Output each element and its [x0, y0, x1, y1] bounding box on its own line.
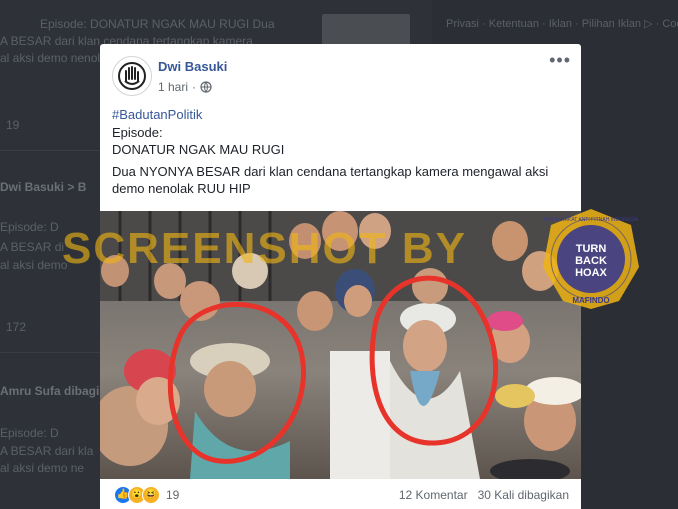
reactions[interactable]: 👍 😮 😆 19	[114, 486, 179, 504]
comments-count[interactable]: 12 Komentar	[399, 488, 468, 502]
post-time[interactable]: 1 hari	[158, 80, 188, 94]
bg-divider	[0, 150, 100, 151]
post-meta: 1 hari ·	[158, 80, 212, 94]
hashtag-link[interactable]: #BadutanPolitik	[112, 106, 572, 124]
episode-title: DONATUR NGAK MAU RUGI	[112, 142, 285, 157]
bg-feed-line: Episode: DONATUR NGAK MAU RUGI Dua	[40, 17, 275, 31]
body-line: demo nenolak RUU HIP	[112, 181, 251, 196]
bg-feed-line: al aksi demo ne	[0, 461, 85, 475]
bg-reaction-count: 19	[6, 118, 20, 132]
dot-separator: ·	[192, 80, 197, 94]
bg-feed-line: al aksi demo	[0, 258, 68, 272]
globe-icon	[200, 81, 212, 93]
bg-reaction-count: 172	[6, 320, 27, 334]
badge-mid-text: BACK	[575, 255, 607, 267]
body-line: Dua NYONYA BESAR dari klan cendana terta…	[112, 163, 549, 179]
post-footer: 👍 😮 😆 19 12 Komentar 30 Kali dibagikan	[100, 483, 581, 509]
post-card: Dwi Basuki 1 hari · ••• #BadutanPolitik …	[100, 44, 581, 509]
bg-divider	[0, 352, 100, 353]
turnbackhoax-badge: TURN BACK HOAX MAFINDO MASYARAKAT ANTI F…	[543, 209, 639, 309]
badge-top-text: TURN	[576, 243, 607, 255]
bg-feed-line: A BESAR dari kla	[0, 444, 94, 458]
haha-icon: 😆	[142, 486, 160, 504]
reaction-count: 19	[166, 488, 180, 502]
shares-count[interactable]: 30 Kali dibagikan	[478, 488, 569, 502]
bg-feed-line: Episode: D	[0, 426, 59, 440]
hand-logo-icon	[118, 62, 146, 90]
bg-feed-line: A BESAR di	[0, 240, 65, 254]
badge-bottom-text: HOAX	[575, 267, 607, 279]
avatar[interactable]	[112, 56, 152, 96]
post-text: #BadutanPolitik Episode: DONATUR NGAK MA…	[112, 106, 572, 198]
watermark-text: SCREENSHOT BY	[62, 224, 467, 273]
engagement-counts: 12 Komentar 30 Kali dibagikan	[399, 488, 569, 502]
author-name[interactable]: Dwi Basuki	[158, 59, 227, 74]
badge-ring-text: MASYARAKAT ANTI FITNAH INDONESIA	[544, 217, 639, 223]
episode-label: Episode:	[112, 124, 163, 140]
more-options-icon[interactable]: •••	[549, 51, 571, 69]
badge-org-text: MAFINDO	[572, 296, 609, 305]
bg-feed-line: Episode: D	[0, 220, 59, 234]
bg-footer-links: Privasi · Ketentuan · Iklan · Pilihan Ik…	[446, 18, 678, 30]
bg-thumbnail	[322, 14, 410, 48]
bg-author: Dwi Basuki > B	[0, 180, 87, 194]
